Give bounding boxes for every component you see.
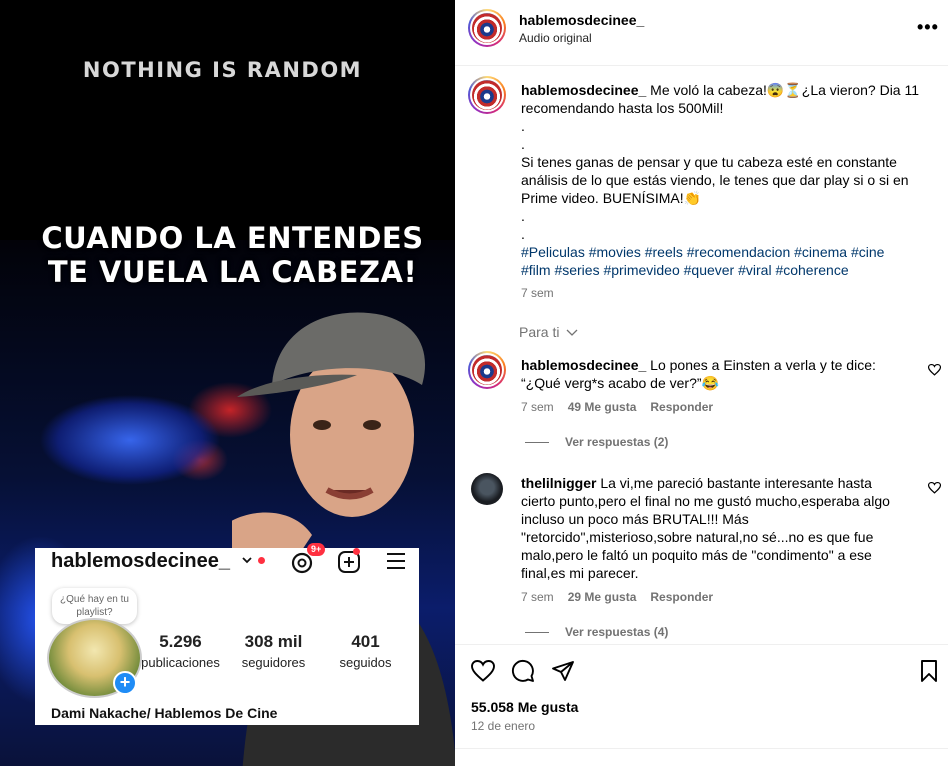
caption-dot: . (521, 136, 525, 152)
caption-line: Me voló la cabeza!😨⏳¿La vieron? Dia 11 (650, 82, 920, 98)
comment-avatar[interactable] (468, 351, 506, 389)
caption-line: análisis de lo que estás viendo, le tene… (521, 172, 909, 188)
comment-time: 7 sem (521, 590, 554, 604)
menu-icon (387, 553, 405, 569)
stat-following: 401 seguidos (318, 632, 413, 670)
caption-avatar[interactable] (468, 76, 506, 114)
chevron-down-icon (566, 329, 578, 336)
author-username[interactable]: hablemosdecinee_ (519, 12, 644, 28)
caption-dot: . (521, 208, 525, 224)
caption-time: 7 sem (521, 286, 554, 300)
comment-text: “¿Qué verg*s acabo de ver?”😂 (521, 375, 719, 391)
video-top-text: NOTHING IS RANDOM (82, 58, 363, 82)
audio-link[interactable]: Audio original (519, 31, 592, 45)
share-icon[interactable] (551, 659, 575, 683)
divider (455, 65, 948, 66)
comment-likes[interactable]: 29 Me gusta (568, 590, 637, 604)
view-replies-button[interactable]: Ver respuestas (4) (525, 625, 668, 639)
post-date: 12 de enero (471, 719, 536, 733)
comment-username[interactable]: hablemosdecinee_ (521, 357, 646, 373)
comment-text: malo,pero le faltó un poquito más de "co… (521, 547, 872, 563)
comment-icon[interactable] (511, 659, 535, 683)
reply-button[interactable]: Responder (650, 590, 713, 604)
comment-avatar[interactable] (471, 473, 503, 505)
comment-text: Lo pones a Einsten a verla y te dice: (650, 357, 876, 373)
profile-card-fullname: Dami Nakache/ Hablemos De Cine (51, 705, 278, 721)
divider (455, 748, 948, 749)
divider (525, 632, 549, 634)
comment-meta: 7 sem 29 Me gusta Responder (521, 590, 713, 604)
caption-line: recomendando hasta los 500Mil! (521, 100, 724, 116)
notification-dot (353, 548, 360, 555)
comment-meta: 7 sem 49 Me gusta Responder (521, 400, 713, 414)
comment-time: 7 sem (521, 400, 554, 414)
heart-icon[interactable] (471, 659, 495, 683)
comment-text: final,es mi parecer. (521, 565, 639, 581)
caption-line: Si tenes ganas de pensar y que tu cabeza… (521, 154, 897, 170)
video-caption-line1: CUANDO LA ENTENDES (41, 221, 424, 255)
comment: hablemosdecinee_ Lo pones a Einsten a ve… (521, 356, 921, 392)
comments-filter-label: Para ti (519, 324, 560, 340)
stat-label: seguidos (339, 655, 392, 670)
likes-count[interactable]: 55.058 Me gusta (471, 699, 578, 715)
stat-value: 308 mil (244, 632, 303, 651)
caption-hashtags[interactable]: #film #series #primevideo #quever #viral… (521, 261, 941, 279)
post-panel: hablemosdecinee_ Audio original ••• habl… (455, 0, 948, 766)
stat-value: 401 (351, 632, 380, 651)
bookmark-icon[interactable] (917, 659, 941, 683)
comment-text: incluso un poco más BRUTAL!!! Más (521, 511, 749, 527)
caption-username[interactable]: hablemosdecinee_ (521, 82, 646, 98)
stat-label: seguidores (241, 655, 306, 670)
view-replies-label: Ver respuestas (2) (565, 435, 669, 449)
author-avatar[interactable] (468, 9, 506, 47)
heart-icon[interactable] (928, 482, 941, 494)
profile-card-username: hablemosdecinee_ (51, 550, 230, 572)
reel-video[interactable]: NOTHING IS RANDOM CUANDO LA ENTENDES TE … (0, 0, 455, 766)
comment-likes[interactable]: 49 Me gusta (568, 400, 637, 414)
stat-posts: 5.296 publicaciones (133, 632, 228, 670)
comment-text: "retorcido",misterioso,sobre natural,no … (521, 529, 874, 545)
caption-hashtags[interactable]: #Peliculas #movies #reels #recomendacion… (521, 243, 941, 261)
notification-dot (258, 557, 265, 564)
add-story-icon: + (113, 671, 137, 695)
more-icon[interactable]: ••• (917, 17, 939, 38)
comment-text: cierto punto,pero el final no me gustó m… (521, 493, 890, 509)
comment-text: La vi,me pareció bastante interesante ha… (600, 475, 872, 491)
comment: thelilnigger La vi,me pareció bastante i… (521, 474, 931, 582)
comment-username[interactable]: thelilnigger (521, 475, 596, 491)
video-caption-line2: TE VUELA LA CABEZA! (47, 255, 418, 289)
divider (455, 644, 948, 645)
reply-button[interactable]: Responder (650, 400, 713, 414)
caption-dot: . (521, 226, 525, 242)
stat-value: 5.296 (159, 632, 202, 651)
caption-line: Prime video. BUENÍSIMA!👏 (521, 190, 702, 206)
view-replies-button[interactable]: Ver respuestas (2) (525, 435, 668, 449)
caption-dot: . (521, 118, 525, 134)
stat-label: publicaciones (141, 655, 220, 670)
chevron-down-icon (242, 557, 252, 564)
profile-card-overlay: hablemosdecinee_ 9+ ¿Qué hay en tu playl… (35, 543, 419, 725)
post-caption: hablemosdecinee_ Me voló la cabeza!😨⏳¿La… (521, 81, 941, 279)
threads-badge: 9+ (307, 543, 326, 556)
stat-followers: 308 mil seguidores (226, 632, 321, 670)
comments-filter-dropdown[interactable]: Para ti (519, 324, 578, 340)
divider (525, 442, 549, 444)
view-replies-label: Ver respuestas (4) (565, 625, 669, 639)
heart-icon[interactable] (928, 364, 941, 376)
